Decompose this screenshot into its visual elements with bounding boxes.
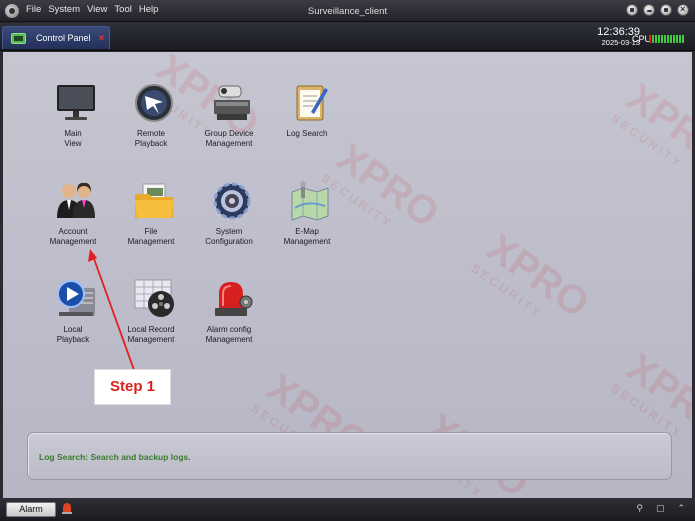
pin-icon[interactable]: ⚲ [636, 503, 643, 514]
map-icon [291, 181, 329, 221]
info-bar: Log Search: Search and backup logs. [27, 432, 672, 480]
menu-view[interactable]: View [87, 4, 107, 15]
tile-log-search[interactable]: Log Search [271, 82, 343, 168]
collapse-icon[interactable]: ⌃ [677, 503, 685, 514]
control-panel: XPRO SECURITY XPRO SECURITY XPRO SECURITY X… [0, 52, 695, 498]
menu-bar: File System View Tool Help [26, 4, 158, 15]
window-controls [626, 4, 689, 16]
lock-icon[interactable] [626, 4, 638, 16]
tile-main-view[interactable]: Main View [37, 82, 109, 168]
tile-remote-playback[interactable]: Remote Playback [115, 82, 187, 168]
tab-close-icon[interactable]: × [99, 33, 105, 44]
local-playback-icon [57, 280, 95, 316]
app-camera-icon [5, 4, 19, 18]
users-icon [57, 182, 95, 218]
log-search-icon [296, 85, 328, 121]
status-bar: Alarm ⚲ ▢ ⌃ [0, 498, 695, 521]
menu-file[interactable]: File [26, 4, 41, 15]
window-icon[interactable]: ▢ [656, 503, 665, 514]
tab-bar: Control Panel × 12:36:39 2025-03-13 CPU [0, 23, 695, 51]
info-text: Log Search: Search and backup logs. [39, 452, 191, 462]
alarm-light-icon [215, 282, 253, 316]
gear-icon [213, 182, 251, 220]
status-tools: ⚲ ▢ ⌃ [636, 503, 685, 514]
folder-icon [135, 183, 173, 218]
monitor-icon [57, 85, 95, 120]
menu-tool[interactable]: Tool [114, 4, 131, 15]
close-icon[interactable] [677, 4, 689, 16]
tile-local-record-management[interactable]: Local Record Management [115, 278, 187, 364]
menu-help[interactable]: Help [139, 4, 159, 15]
tab-label: Control Panel [36, 33, 91, 43]
tile-system-configuration[interactable]: System Configuration [193, 180, 265, 266]
tile-local-playback[interactable]: Local Playback [37, 278, 109, 364]
tile-e-map-management[interactable]: E-Map Management [271, 180, 343, 266]
control-panel-icon [11, 32, 26, 44]
alarm-button[interactable]: Alarm [6, 502, 56, 517]
minimize-icon[interactable] [643, 4, 655, 16]
tile-group-device-management[interactable]: Group Device Management [193, 82, 265, 168]
step-label: Step 1 [94, 369, 171, 405]
cpu-meter [649, 35, 689, 43]
remote-playback-icon [135, 84, 173, 122]
alarm-bell-icon[interactable] [61, 502, 73, 515]
title-bar: File System View Tool Help Surveillance_… [0, 0, 695, 22]
menu-system[interactable]: System [48, 4, 80, 15]
watermark-logo: XPROSECURITY [608, 75, 695, 177]
film-reel-icon [134, 279, 174, 317]
tab-control-panel[interactable]: Control Panel × [2, 26, 110, 49]
device-management-icon [214, 85, 250, 120]
watermark-logo: XPROSECURITY [468, 225, 597, 327]
maximize-icon[interactable] [660, 4, 672, 16]
tile-file-management[interactable]: File Management [115, 180, 187, 266]
tile-alarm-config-management[interactable]: Alarm config Management [193, 278, 265, 364]
tile-account-management[interactable]: Account Management [37, 180, 109, 266]
